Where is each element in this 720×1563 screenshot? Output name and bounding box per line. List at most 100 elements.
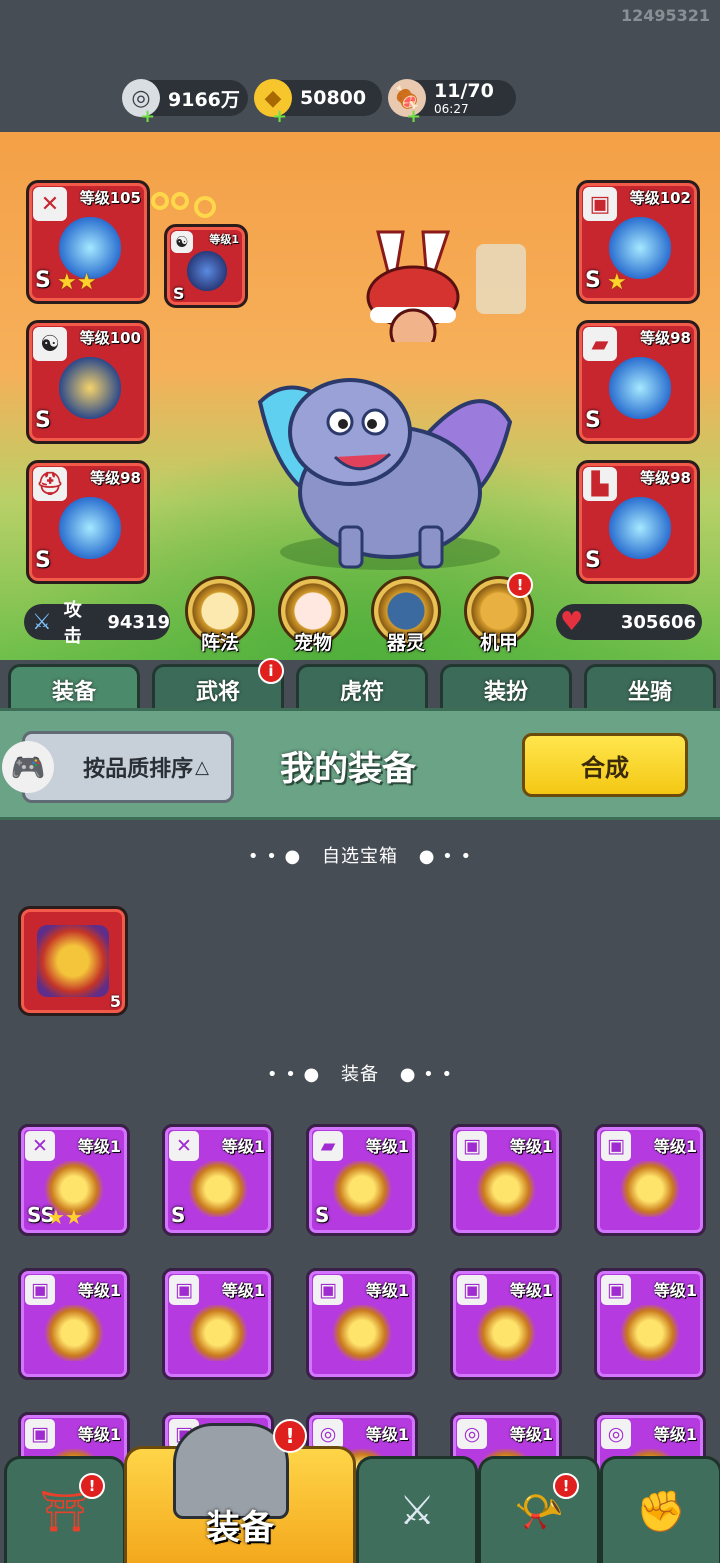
nav-shop[interactable]: ⛩ ! <box>4 1456 126 1563</box>
hero-character[interactable] <box>358 222 468 356</box>
heart-icon: ♥ <box>560 607 584 637</box>
item-art <box>187 1161 249 1217</box>
spirit-button[interactable]: 器灵 <box>370 576 442 655</box>
pet-button[interactable]: 宠物 <box>277 576 349 655</box>
dots-right-icon: ● • • <box>418 846 473 867</box>
equipment-item[interactable]: ▣ 等级1 <box>18 1268 130 1380</box>
attack-sword-icon: ⚔ <box>26 606 58 638</box>
item-level: 等级1 <box>77 1281 121 1300</box>
item-level: 等级1 <box>653 1281 697 1300</box>
figurine-ornament <box>476 244 526 314</box>
slot-level: 等级102 <box>629 189 691 207</box>
gold-currency[interactable]: ◆ + 50800 <box>254 79 382 127</box>
tab-outfit[interactable]: 装扮 <box>440 664 572 713</box>
equipment-toolbar: 按品质排序 △ 🎮 我的装备 合成 <box>0 708 720 820</box>
item-art <box>619 1305 681 1361</box>
equipment-item[interactable]: ▣ 等级1 <box>162 1268 274 1380</box>
equipment-alert-icon: ! <box>273 1419 307 1453</box>
tab-tiger-tally[interactable]: 虎符 <box>296 664 428 713</box>
slot-level: 等级98 <box>90 469 141 487</box>
tab-mount[interactable]: 坐骑 <box>584 664 716 713</box>
nav-equipment-label: 装备 <box>206 1508 274 1548</box>
nav-equipment[interactable]: ! 装备 <box>124 1419 356 1563</box>
slot-level: 等级98 <box>640 329 691 347</box>
slot-grade: S <box>35 408 51 433</box>
slot-level: 等级100 <box>79 329 141 347</box>
equip-slot-boots[interactable]: ▙ 等级98 S <box>576 460 700 584</box>
equipment-section-title: 装备 <box>341 1064 379 1085</box>
equipment-item[interactable]: ▣ 等级1 <box>306 1268 418 1380</box>
page-title: 我的装备 <box>280 749 416 789</box>
chest-item[interactable]: 5 <box>18 906 128 1016</box>
dots-left-icon: • • ● <box>247 846 302 867</box>
formation-button[interactable]: 阵法 <box>184 576 256 655</box>
stamina-timer: 06:27 <box>434 101 469 116</box>
item-level: 等级1 <box>77 1137 121 1156</box>
item-level: 等级1 <box>509 1425 553 1444</box>
slot-grade: S <box>585 268 601 293</box>
meat-stamina-icon: 🍖 + <box>388 79 426 127</box>
equipment-item[interactable]: ▰ 等级1 S <box>306 1124 418 1236</box>
linked-equip-slot[interactable]: ☯ 等级1 S <box>164 224 248 308</box>
equipment-item[interactable]: ▣ 等级1 <box>450 1124 562 1236</box>
item-grade: S <box>315 1203 330 1227</box>
formation-label: 阵法 <box>200 632 239 654</box>
item-art <box>331 1161 393 1217</box>
item-art <box>475 1161 537 1217</box>
silver-value: 9166万 <box>168 88 240 111</box>
user-id: 12495321 <box>620 6 710 25</box>
slot-level: 等级98 <box>640 469 691 487</box>
gamepad-icon[interactable]: 🎮 <box>2 741 54 793</box>
shop-alert-icon: ! <box>79 1473 105 1499</box>
item-stars: ★★ <box>47 1205 83 1229</box>
merge-button[interactable]: 合成 <box>522 733 688 797</box>
item-level: 等级1 <box>221 1281 265 1300</box>
item-level: 等级1 <box>653 1137 697 1156</box>
hp-stat: ♥ 305606 <box>556 604 702 640</box>
hero-on-mount[interactable] <box>240 342 530 582</box>
chest-section-header: • • ● 自选宝箱 ● • • <box>0 842 720 868</box>
stamina-currency[interactable]: 🍖 + 11/70 06:27 <box>388 79 516 127</box>
gold-ingot-icon: ◆ + <box>254 79 292 127</box>
equip-slot-bracer[interactable]: ▰ 等级98 S <box>576 320 700 444</box>
equip-slot-armor[interactable]: ▣ 等级102 S ★ <box>576 180 700 304</box>
silver-currency[interactable]: ◎ + 9166万 <box>122 79 248 127</box>
equip-slot-helmet[interactable]: ⛑ 等级98 S <box>26 460 150 584</box>
armor-icon: ▣ <box>601 1275 631 1305</box>
sword-icon: ✕ <box>25 1131 55 1161</box>
armor-icon: ▣ <box>457 1131 487 1161</box>
item-art <box>187 1305 249 1361</box>
item-level: 等级1 <box>509 1137 553 1156</box>
equipment-item[interactable]: ✕ 等级1 S <box>162 1124 274 1236</box>
equipment-item[interactable]: ✕ 等级1 SS ★★ <box>18 1124 130 1236</box>
necklace-icon: ◎ <box>601 1419 631 1449</box>
slot-stars: ★ <box>607 270 627 295</box>
equipment-item[interactable]: ▣ 等级1 <box>594 1268 706 1380</box>
equip-slot-accessory[interactable]: ☯ 等级100 S <box>26 320 150 444</box>
nav-upgrade[interactable]: ✊ <box>600 1456 720 1563</box>
triangle-up-icon: △ <box>195 756 209 778</box>
mecha-label: 机甲 <box>479 632 518 654</box>
bracer-icon: ▰ <box>313 1131 343 1161</box>
equipment-item[interactable]: ▣ 等级1 <box>594 1124 706 1236</box>
slot-stars: ★★ <box>57 270 97 295</box>
item-grade: S <box>171 1203 186 1227</box>
yinyang-icon: ☯ <box>33 327 67 361</box>
item-art <box>43 1305 105 1361</box>
nav-battle[interactable]: ⚔ <box>356 1456 478 1563</box>
equipment-item[interactable]: ▣ 等级1 <box>450 1268 562 1380</box>
helmet-icon: ⛑ <box>33 467 67 501</box>
item-level: 等级1 <box>77 1425 121 1444</box>
nav-gacha[interactable]: 📯 ! <box>478 1456 600 1563</box>
chest-section-title: 自选宝箱 <box>322 846 398 867</box>
sword-icon: ✕ <box>169 1131 199 1161</box>
equip-slot-weapon[interactable]: ✕ 等级105 S ★★ <box>26 180 150 304</box>
attack-stat: ⚔ 攻击 94319 <box>24 600 170 647</box>
mecha-button[interactable]: 机甲 ! <box>463 572 535 655</box>
item-level: 等级1 <box>365 1281 409 1300</box>
helmet-art <box>59 497 121 559</box>
fist-upgrade-icon: ✊ <box>636 1488 686 1535</box>
tab-equipment[interactable]: 装备 <box>8 664 140 713</box>
dots-right-icon: ● • • <box>399 1064 454 1085</box>
linked-item-art <box>187 251 227 291</box>
